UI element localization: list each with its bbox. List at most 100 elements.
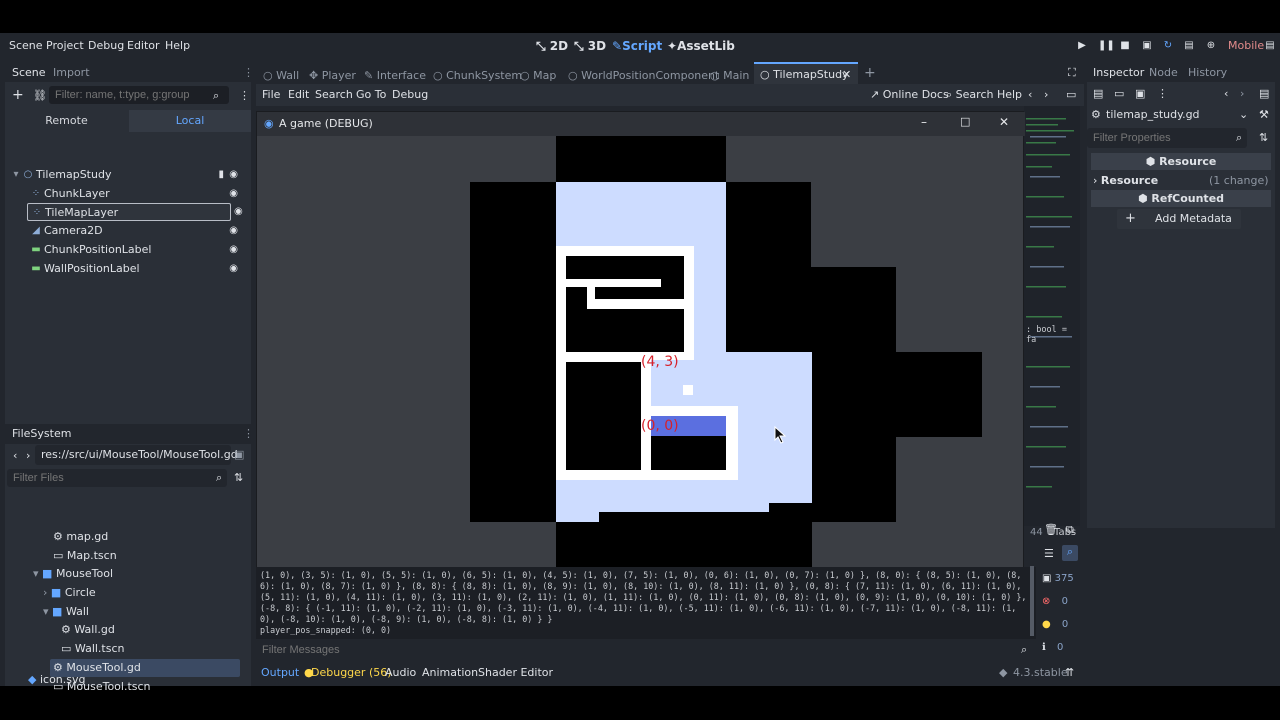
tab-shader-editor[interactable]: Shader Editor: [478, 666, 553, 679]
fs-item-wall-gd[interactable]: ⚙ Wall.gd: [61, 621, 115, 639]
tree-node-tilemapstudy[interactable]: ▾ ○ TilemapStudy ▮ ◉: [8, 166, 244, 184]
code-menu-debug[interactable]: Debug: [392, 88, 428, 101]
save-icon[interactable]: ▣: [1135, 87, 1145, 100]
local-tab[interactable]: Local: [129, 110, 251, 132]
minimize-icon[interactable]: –: [921, 115, 927, 129]
script-attached-icon[interactable]: ▮: [218, 166, 224, 184]
fs-path-field[interactable]: res://src/ui/MouseTool/MouseTool.gd: [35, 445, 238, 465]
script-tab-chunksystem[interactable]: ○ ChunkSystem: [433, 69, 522, 82]
link-icon[interactable]: ⛓: [33, 89, 47, 102]
visibility-eye-icon[interactable]: ◉: [229, 185, 238, 203]
mode-3d-button[interactable]: ⤡ 3D: [574, 39, 606, 54]
new-resource-icon[interactable]: ▤: [1093, 87, 1103, 100]
menu-debug[interactable]: Debug: [88, 39, 124, 52]
close-window-icon[interactable]: ✕: [999, 115, 1009, 129]
tab-import[interactable]: Import: [53, 66, 90, 79]
history-back-icon[interactable]: ‹: [1224, 87, 1228, 100]
fs-filter-input[interactable]: [7, 469, 227, 487]
script-tab-map[interactable]: ○ Map: [520, 69, 556, 82]
tab-debugger[interactable]: Debugger (56): [311, 666, 392, 679]
next-script-icon[interactable]: ›: [1044, 88, 1048, 101]
search-toggle-icon[interactable]: ⌕: [1062, 545, 1078, 561]
chevron-down-icon[interactable]: ⌄: [1239, 108, 1248, 121]
fs-folder-circle[interactable]: › ■ Circle: [43, 584, 96, 602]
script-tab-interface[interactable]: ✎ Interface: [364, 69, 426, 82]
online-docs-button[interactable]: ↗ Online Docs: [870, 88, 949, 101]
reload-icon[interactable]: ↻: [1162, 40, 1174, 52]
fs-item-map-tscn[interactable]: ▭ Map.tscn: [53, 547, 117, 565]
visibility-eye-icon[interactable]: ◉: [229, 241, 238, 259]
add-node-icon[interactable]: +: [12, 87, 24, 103]
tab-history[interactable]: History: [1188, 66, 1227, 79]
fs-folder-mousetool[interactable]: ▾ ■ MouseTool: [33, 565, 113, 583]
close-icon[interactable]: ✕: [842, 68, 851, 81]
collapse-arrow-icon[interactable]: ▾: [10, 166, 22, 184]
mode-assetlib-button[interactable]: ✦AssetLib: [667, 39, 735, 53]
fs-item-icon-svg[interactable]: ◆ icon.svg: [28, 671, 86, 689]
dock-menu-icon[interactable]: ⋮: [243, 66, 254, 79]
warning-counter[interactable]: ● 0: [1042, 619, 1078, 635]
expand-arrow-icon[interactable]: ›: [1093, 174, 1097, 187]
split-view-icon[interactable]: ▣: [234, 448, 244, 461]
collapse-panel-icon[interactable]: ⇈: [1065, 666, 1074, 679]
stop-icon[interactable]: ■: [1119, 40, 1131, 52]
script-tab-main[interactable]: ○ Main: [710, 69, 749, 82]
renderer-select[interactable]: Mobile: [1228, 39, 1264, 52]
code-menu-search[interactable]: Search: [315, 88, 353, 101]
fs-item-map-gd[interactable]: ⚙ map.gd: [53, 528, 108, 546]
tree-node-chunkpositionlabel[interactable]: ▬ ChunkPositionLabel ◉: [8, 241, 244, 259]
back-arrow-icon[interactable]: ‹: [13, 449, 17, 462]
tab-scene[interactable]: Scene: [12, 66, 46, 79]
tree-node-camera2d[interactable]: ◢ Camera2D ◉: [8, 222, 244, 240]
script-tab-worldposition[interactable]: ○ WorldPositionComponent: [568, 69, 719, 82]
copy-icon[interactable]: ⧉: [1066, 523, 1074, 537]
code-menu-edit[interactable]: Edit: [288, 88, 309, 101]
tab-node[interactable]: Node: [1149, 66, 1178, 79]
tree-node-tilemaplayer[interactable]: ⁘ TileMapLayer: [27, 203, 231, 221]
toggle-panel-icon[interactable]: ▭: [1066, 88, 1076, 101]
output-scrollbar[interactable]: [1030, 566, 1034, 636]
expand-arrow-icon[interactable]: ›: [43, 586, 47, 599]
vcs-icon[interactable]: ▤: [1264, 40, 1276, 52]
section-resource-header[interactable]: ⬢ Resource: [1091, 153, 1271, 170]
visibility-eye-icon[interactable]: ◉: [229, 166, 238, 184]
forward-arrow-icon[interactable]: ›: [26, 449, 30, 462]
visibility-eye-icon[interactable]: ◉: [229, 260, 238, 278]
info-counter[interactable]: ℹ 0: [1042, 642, 1078, 658]
prev-script-icon[interactable]: ‹: [1028, 88, 1032, 101]
filter-properties-input[interactable]: [1087, 128, 1247, 148]
remote-debug-icon[interactable]: ▣: [1141, 40, 1153, 52]
tree-node-chunklayer[interactable]: ⁘ ChunkLayer ◉: [8, 185, 244, 203]
add-metadata-button[interactable]: + Add Metadata: [1117, 209, 1241, 229]
collapse-arrow-icon[interactable]: ▾: [43, 605, 49, 618]
mode-2d-button[interactable]: ⤡ 2D: [536, 39, 568, 54]
code-menu-goto[interactable]: Go To: [356, 88, 386, 101]
play-icon[interactable]: ▶: [1076, 40, 1088, 52]
search-help-button[interactable]: ⌕ Search Help: [946, 88, 1022, 102]
section-refcounted-header[interactable]: ⬢ RefCounted: [1091, 190, 1271, 207]
code-menu-file[interactable]: File: [262, 88, 280, 101]
inspector-file-name[interactable]: tilemap_study.gd: [1106, 108, 1200, 121]
filter-messages-input[interactable]: [256, 640, 1036, 660]
fs-folder-wall[interactable]: ▾ ■ Wall: [43, 603, 89, 621]
resource-row[interactable]: › Resource (1 change): [1093, 173, 1273, 189]
mode-script-button[interactable]: ✎Script: [612, 39, 662, 53]
error-counter[interactable]: ⊗ 0: [1042, 596, 1078, 612]
tool-icon[interactable]: ⚒: [1259, 108, 1269, 121]
fullscreen-icon[interactable]: ⛶: [1068, 66, 1076, 80]
menu-scene[interactable]: Scene: [9, 39, 43, 52]
zoom-icon[interactable]: ⊕: [1205, 40, 1217, 52]
property-sort-icon[interactable]: ⇅: [1259, 131, 1268, 144]
fs-item-wall-tscn[interactable]: ▭ Wall.tscn: [61, 640, 125, 658]
collapse-arrow-icon[interactable]: ▾: [33, 567, 39, 580]
sort-icon[interactable]: ⇅: [234, 471, 243, 484]
script-tab-player[interactable]: ✥ Player: [309, 69, 356, 82]
remote-tab[interactable]: Remote: [5, 110, 128, 132]
tree-node-wallpositionlabel[interactable]: ▬ WallPositionLabel ◉: [8, 260, 244, 278]
tab-animation[interactable]: Animation: [422, 666, 478, 679]
align-icon[interactable]: ☰: [1044, 547, 1054, 560]
object-history-icon[interactable]: ▤: [1259, 87, 1269, 100]
tab-output[interactable]: Output: [261, 666, 299, 679]
movie-icon[interactable]: ▤: [1183, 40, 1195, 52]
tab-inspector[interactable]: Inspector: [1093, 66, 1144, 79]
